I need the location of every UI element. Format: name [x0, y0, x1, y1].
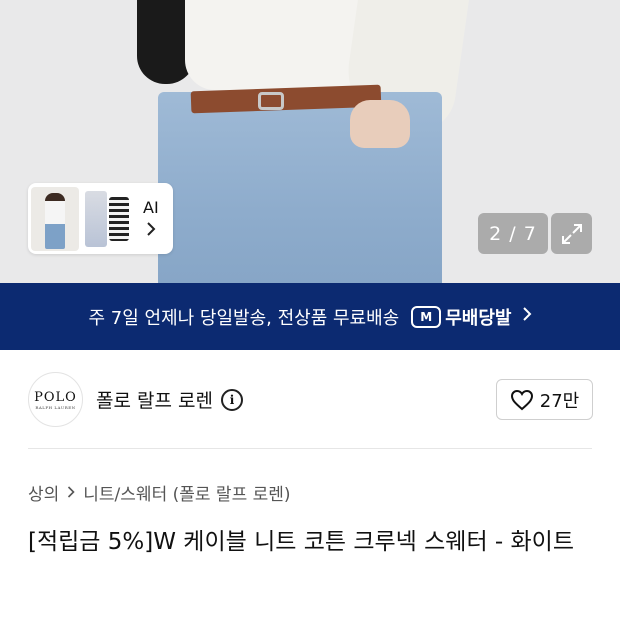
- breadcrumb: 상의 니트/스웨터 (폴로 랄프 로렌): [28, 480, 291, 505]
- ai-styling-thumbnail-card[interactable]: AI: [28, 183, 173, 254]
- product-image-gallery[interactable]: AI 2 / 7: [0, 0, 620, 283]
- brand-logo[interactable]: POLO RALPH LAUREN: [28, 372, 83, 427]
- brand-name: 폴로 랄프 로렌: [96, 390, 213, 412]
- banner-brand: 무배당발: [445, 307, 512, 329]
- info-icon[interactable]: i: [220, 388, 243, 411]
- heart-icon: [510, 389, 533, 410]
- ai-label: AI: [143, 197, 159, 217]
- chevron-right-icon: [67, 483, 75, 503]
- styling-thumbnail-image: [31, 186, 79, 251]
- image-counter: 2 / 7: [478, 213, 548, 254]
- chevron-right-icon: [146, 221, 156, 240]
- chevron-right-icon: [522, 306, 532, 327]
- expand-button[interactable]: [551, 213, 592, 254]
- delivery-banner[interactable]: 주 7일 언제나 당일발송, 전상품 무료배송 M 무배당발: [0, 283, 620, 350]
- breadcrumb-subcategory[interactable]: 니트/스웨터 (폴로 랄프 로렌): [83, 480, 290, 505]
- logo-subtext: RALPH LAUREN: [35, 404, 76, 410]
- banner-text: 주 7일 언제나 당일발송, 전상품 무료배송: [88, 307, 400, 329]
- styling-thumbnail-image-2: [85, 190, 107, 247]
- expand-icon: [561, 223, 582, 244]
- breadcrumb-category[interactable]: 상의: [28, 480, 59, 505]
- divider: [28, 448, 592, 449]
- like-button[interactable]: 27만: [496, 379, 593, 420]
- brand-row: POLO RALPH LAUREN 폴로 랄프 로렌 i 27만: [0, 350, 620, 448]
- product-title: [적립금 5%]W 케이블 니트 코튼 크루넥 스웨터 - 화이트: [28, 529, 575, 555]
- brand-name-link[interactable]: 폴로 랄프 로렌 i: [96, 386, 243, 413]
- like-count: 27만: [539, 390, 580, 412]
- styling-thumbnail-image-3: [109, 196, 129, 241]
- logo-text: POLO: [34, 389, 77, 405]
- delivery-truck-icon: M: [411, 305, 442, 328]
